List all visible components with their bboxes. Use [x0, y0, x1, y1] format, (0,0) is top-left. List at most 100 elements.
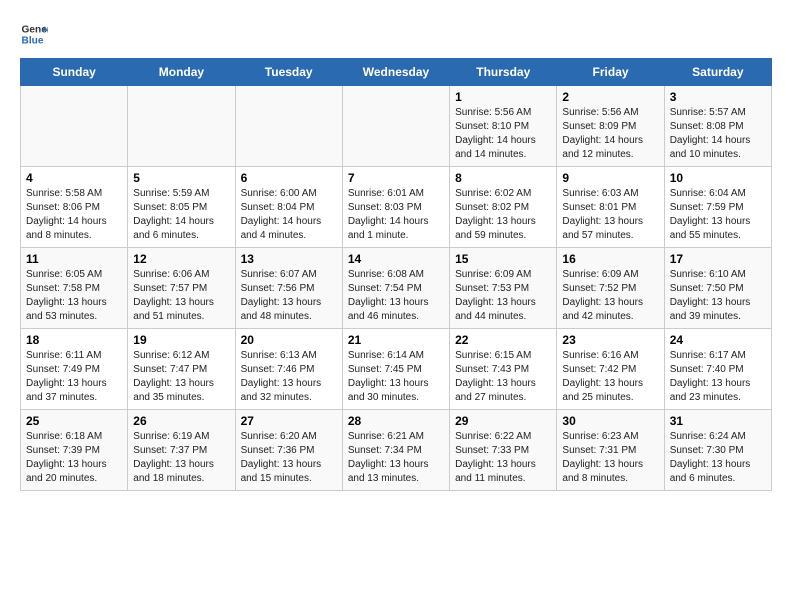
calendar-cell: 20Sunrise: 6:13 AM Sunset: 7:46 PM Dayli… [235, 329, 342, 410]
day-number: 5 [133, 171, 229, 185]
day-number: 30 [562, 414, 658, 428]
day-number: 16 [562, 252, 658, 266]
day-info: Sunrise: 6:23 AM Sunset: 7:31 PM Dayligh… [562, 430, 658, 486]
logo: General Blue [20, 20, 52, 48]
day-number: 2 [562, 90, 658, 104]
day-number: 12 [133, 252, 229, 266]
day-info: Sunrise: 6:19 AM Sunset: 7:37 PM Dayligh… [133, 430, 229, 486]
calendar-cell: 12 Sunrise: 6:06 AM Sunset: 7:57 PM Dayli… [128, 248, 235, 329]
calendar-cell: 30 Sunrise: 6:23 AM Sunset: 7:31 PM Dayli… [557, 410, 664, 491]
day-info: Sunrise: 6:08 AM Sunset: 7:54 PM Dayligh… [348, 268, 444, 324]
calendar-cell: 25 Sunrise: 6:18 AM Sunset: 7:39 PM Dayli… [21, 410, 128, 491]
day-number: 24 [670, 333, 766, 347]
calendar-cell [21, 86, 128, 167]
calendar-cell: 21 Sunrise: 6:14 AM Sunset: 7:45 PM Dayli… [342, 329, 449, 410]
day-number: 25 [26, 414, 122, 428]
calendar-cell: 9 Sunrise: 6:03 AM Sunset: 8:01 PM Daylig… [557, 167, 664, 248]
day-info: Sunrise: 6:04 AM Sunset: 7:59 PM Dayligh… [670, 187, 766, 243]
calendar-cell: 31 Sunrise: 6:24 AM Sunset: 7:30 PM Dayli… [664, 410, 771, 491]
calendar-week-row: 1Sunrise: 5:56 AM Sunset: 8:10 PM Daylig… [21, 86, 772, 167]
calendar-cell: 2 Sunrise: 5:56 AM Sunset: 8:09 PM Daylig… [557, 86, 664, 167]
day-info: Sunrise: 5:56 AM Sunset: 8:09 PM Dayligh… [562, 106, 658, 162]
day-number: 13 [241, 252, 337, 266]
calendar-cell: 26Sunrise: 6:19 AM Sunset: 7:37 PM Dayli… [128, 410, 235, 491]
weekday-header: Wednesday [342, 59, 449, 86]
calendar-cell: 29 Sunrise: 6:22 AM Sunset: 7:33 PM Dayli… [450, 410, 557, 491]
weekday-header: Friday [557, 59, 664, 86]
calendar-cell: 15 Sunrise: 6:09 AM Sunset: 7:53 PM Dayli… [450, 248, 557, 329]
day-number: 15 [455, 252, 551, 266]
day-info: Sunrise: 6:21 AM Sunset: 7:34 PM Dayligh… [348, 430, 444, 486]
calendar-cell: 3 Sunrise: 5:57 AM Sunset: 8:08 PM Daylig… [664, 86, 771, 167]
calendar-cell [342, 86, 449, 167]
calendar-cell: 5Sunrise: 5:59 AM Sunset: 8:05 PM Daylig… [128, 167, 235, 248]
day-info: Sunrise: 6:10 AM Sunset: 7:50 PM Dayligh… [670, 268, 766, 324]
day-info: Sunrise: 6:15 AM Sunset: 7:43 PM Dayligh… [455, 349, 551, 405]
day-number: 17 [670, 252, 766, 266]
day-number: 8 [455, 171, 551, 185]
day-info: Sunrise: 6:16 AM Sunset: 7:42 PM Dayligh… [562, 349, 658, 405]
svg-text:Blue: Blue [22, 35, 44, 46]
day-number: 27 [241, 414, 337, 428]
day-info: Sunrise: 6:03 AM Sunset: 8:01 PM Dayligh… [562, 187, 658, 243]
calendar-table: SundayMondayTuesdayWednesdayThursdayFrid… [20, 58, 772, 491]
weekday-header: Thursday [450, 59, 557, 86]
calendar-week-row: 18 Sunrise: 6:11 AM Sunset: 7:49 PM Dayli… [21, 329, 772, 410]
day-info: Sunrise: 6:09 AM Sunset: 7:52 PM Dayligh… [562, 268, 658, 324]
calendar-cell: 13Sunrise: 6:07 AM Sunset: 7:56 PM Dayli… [235, 248, 342, 329]
calendar-cell: 19Sunrise: 6:12 AM Sunset: 7:47 PM Dayli… [128, 329, 235, 410]
logo-icon: General Blue [20, 20, 48, 48]
calendar-cell: 24 Sunrise: 6:17 AM Sunset: 7:40 PM Dayli… [664, 329, 771, 410]
day-info: Sunrise: 6:06 AM Sunset: 7:57 PM Dayligh… [133, 268, 229, 324]
calendar-week-row: 11 Sunrise: 6:05 AM Sunset: 7:58 PM Dayli… [21, 248, 772, 329]
day-number: 11 [26, 252, 122, 266]
day-info: Sunrise: 6:01 AM Sunset: 8:03 PM Dayligh… [348, 187, 444, 243]
calendar-cell: 8Sunrise: 6:02 AM Sunset: 8:02 PM Daylig… [450, 167, 557, 248]
day-info: Sunrise: 6:09 AM Sunset: 7:53 PM Dayligh… [455, 268, 551, 324]
day-number: 31 [670, 414, 766, 428]
day-number: 14 [348, 252, 444, 266]
day-number: 29 [455, 414, 551, 428]
day-number: 28 [348, 414, 444, 428]
day-number: 23 [562, 333, 658, 347]
calendar-cell: 16 Sunrise: 6:09 AM Sunset: 7:52 PM Dayli… [557, 248, 664, 329]
day-info: Sunrise: 6:24 AM Sunset: 7:30 PM Dayligh… [670, 430, 766, 486]
weekday-header: Tuesday [235, 59, 342, 86]
day-info: Sunrise: 5:58 AM Sunset: 8:06 PM Dayligh… [26, 187, 122, 243]
calendar-cell: 18 Sunrise: 6:11 AM Sunset: 7:49 PM Dayli… [21, 329, 128, 410]
day-info: Sunrise: 6:20 AM Sunset: 7:36 PM Dayligh… [241, 430, 337, 486]
weekday-header: Saturday [664, 59, 771, 86]
calendar-cell: 23 Sunrise: 6:16 AM Sunset: 7:42 PM Dayli… [557, 329, 664, 410]
day-number: 3 [670, 90, 766, 104]
calendar-cell: 17 Sunrise: 6:10 AM Sunset: 7:50 PM Dayli… [664, 248, 771, 329]
weekday-header-row: SundayMondayTuesdayWednesdayThursdayFrid… [21, 59, 772, 86]
calendar-cell [235, 86, 342, 167]
calendar-cell: 22 Sunrise: 6:15 AM Sunset: 7:43 PM Dayli… [450, 329, 557, 410]
calendar-cell: 6Sunrise: 6:00 AM Sunset: 8:04 PM Daylig… [235, 167, 342, 248]
calendar-week-row: 4Sunrise: 5:58 AM Sunset: 8:06 PM Daylig… [21, 167, 772, 248]
day-info: Sunrise: 6:05 AM Sunset: 7:58 PM Dayligh… [26, 268, 122, 324]
page-header: General Blue [20, 20, 772, 48]
day-info: Sunrise: 6:17 AM Sunset: 7:40 PM Dayligh… [670, 349, 766, 405]
calendar-cell: 28 Sunrise: 6:21 AM Sunset: 7:34 PM Dayli… [342, 410, 449, 491]
day-number: 21 [348, 333, 444, 347]
calendar-cell: 14 Sunrise: 6:08 AM Sunset: 7:54 PM Dayli… [342, 248, 449, 329]
day-info: Sunrise: 5:57 AM Sunset: 8:08 PM Dayligh… [670, 106, 766, 162]
calendar-week-row: 25 Sunrise: 6:18 AM Sunset: 7:39 PM Dayli… [21, 410, 772, 491]
day-info: Sunrise: 6:00 AM Sunset: 8:04 PM Dayligh… [241, 187, 337, 243]
day-number: 18 [26, 333, 122, 347]
day-number: 9 [562, 171, 658, 185]
calendar-cell: 4Sunrise: 5:58 AM Sunset: 8:06 PM Daylig… [21, 167, 128, 248]
calendar-cell: 1Sunrise: 5:56 AM Sunset: 8:10 PM Daylig… [450, 86, 557, 167]
day-info: Sunrise: 6:11 AM Sunset: 7:49 PM Dayligh… [26, 349, 122, 405]
weekday-header: Monday [128, 59, 235, 86]
day-info: Sunrise: 5:56 AM Sunset: 8:10 PM Dayligh… [455, 106, 551, 162]
weekday-header: Sunday [21, 59, 128, 86]
day-info: Sunrise: 6:18 AM Sunset: 7:39 PM Dayligh… [26, 430, 122, 486]
day-info: Sunrise: 6:14 AM Sunset: 7:45 PM Dayligh… [348, 349, 444, 405]
day-number: 7 [348, 171, 444, 185]
day-number: 22 [455, 333, 551, 347]
calendar-cell: 10Sunrise: 6:04 AM Sunset: 7:59 PM Dayli… [664, 167, 771, 248]
calendar-cell [128, 86, 235, 167]
day-info: Sunrise: 6:22 AM Sunset: 7:33 PM Dayligh… [455, 430, 551, 486]
